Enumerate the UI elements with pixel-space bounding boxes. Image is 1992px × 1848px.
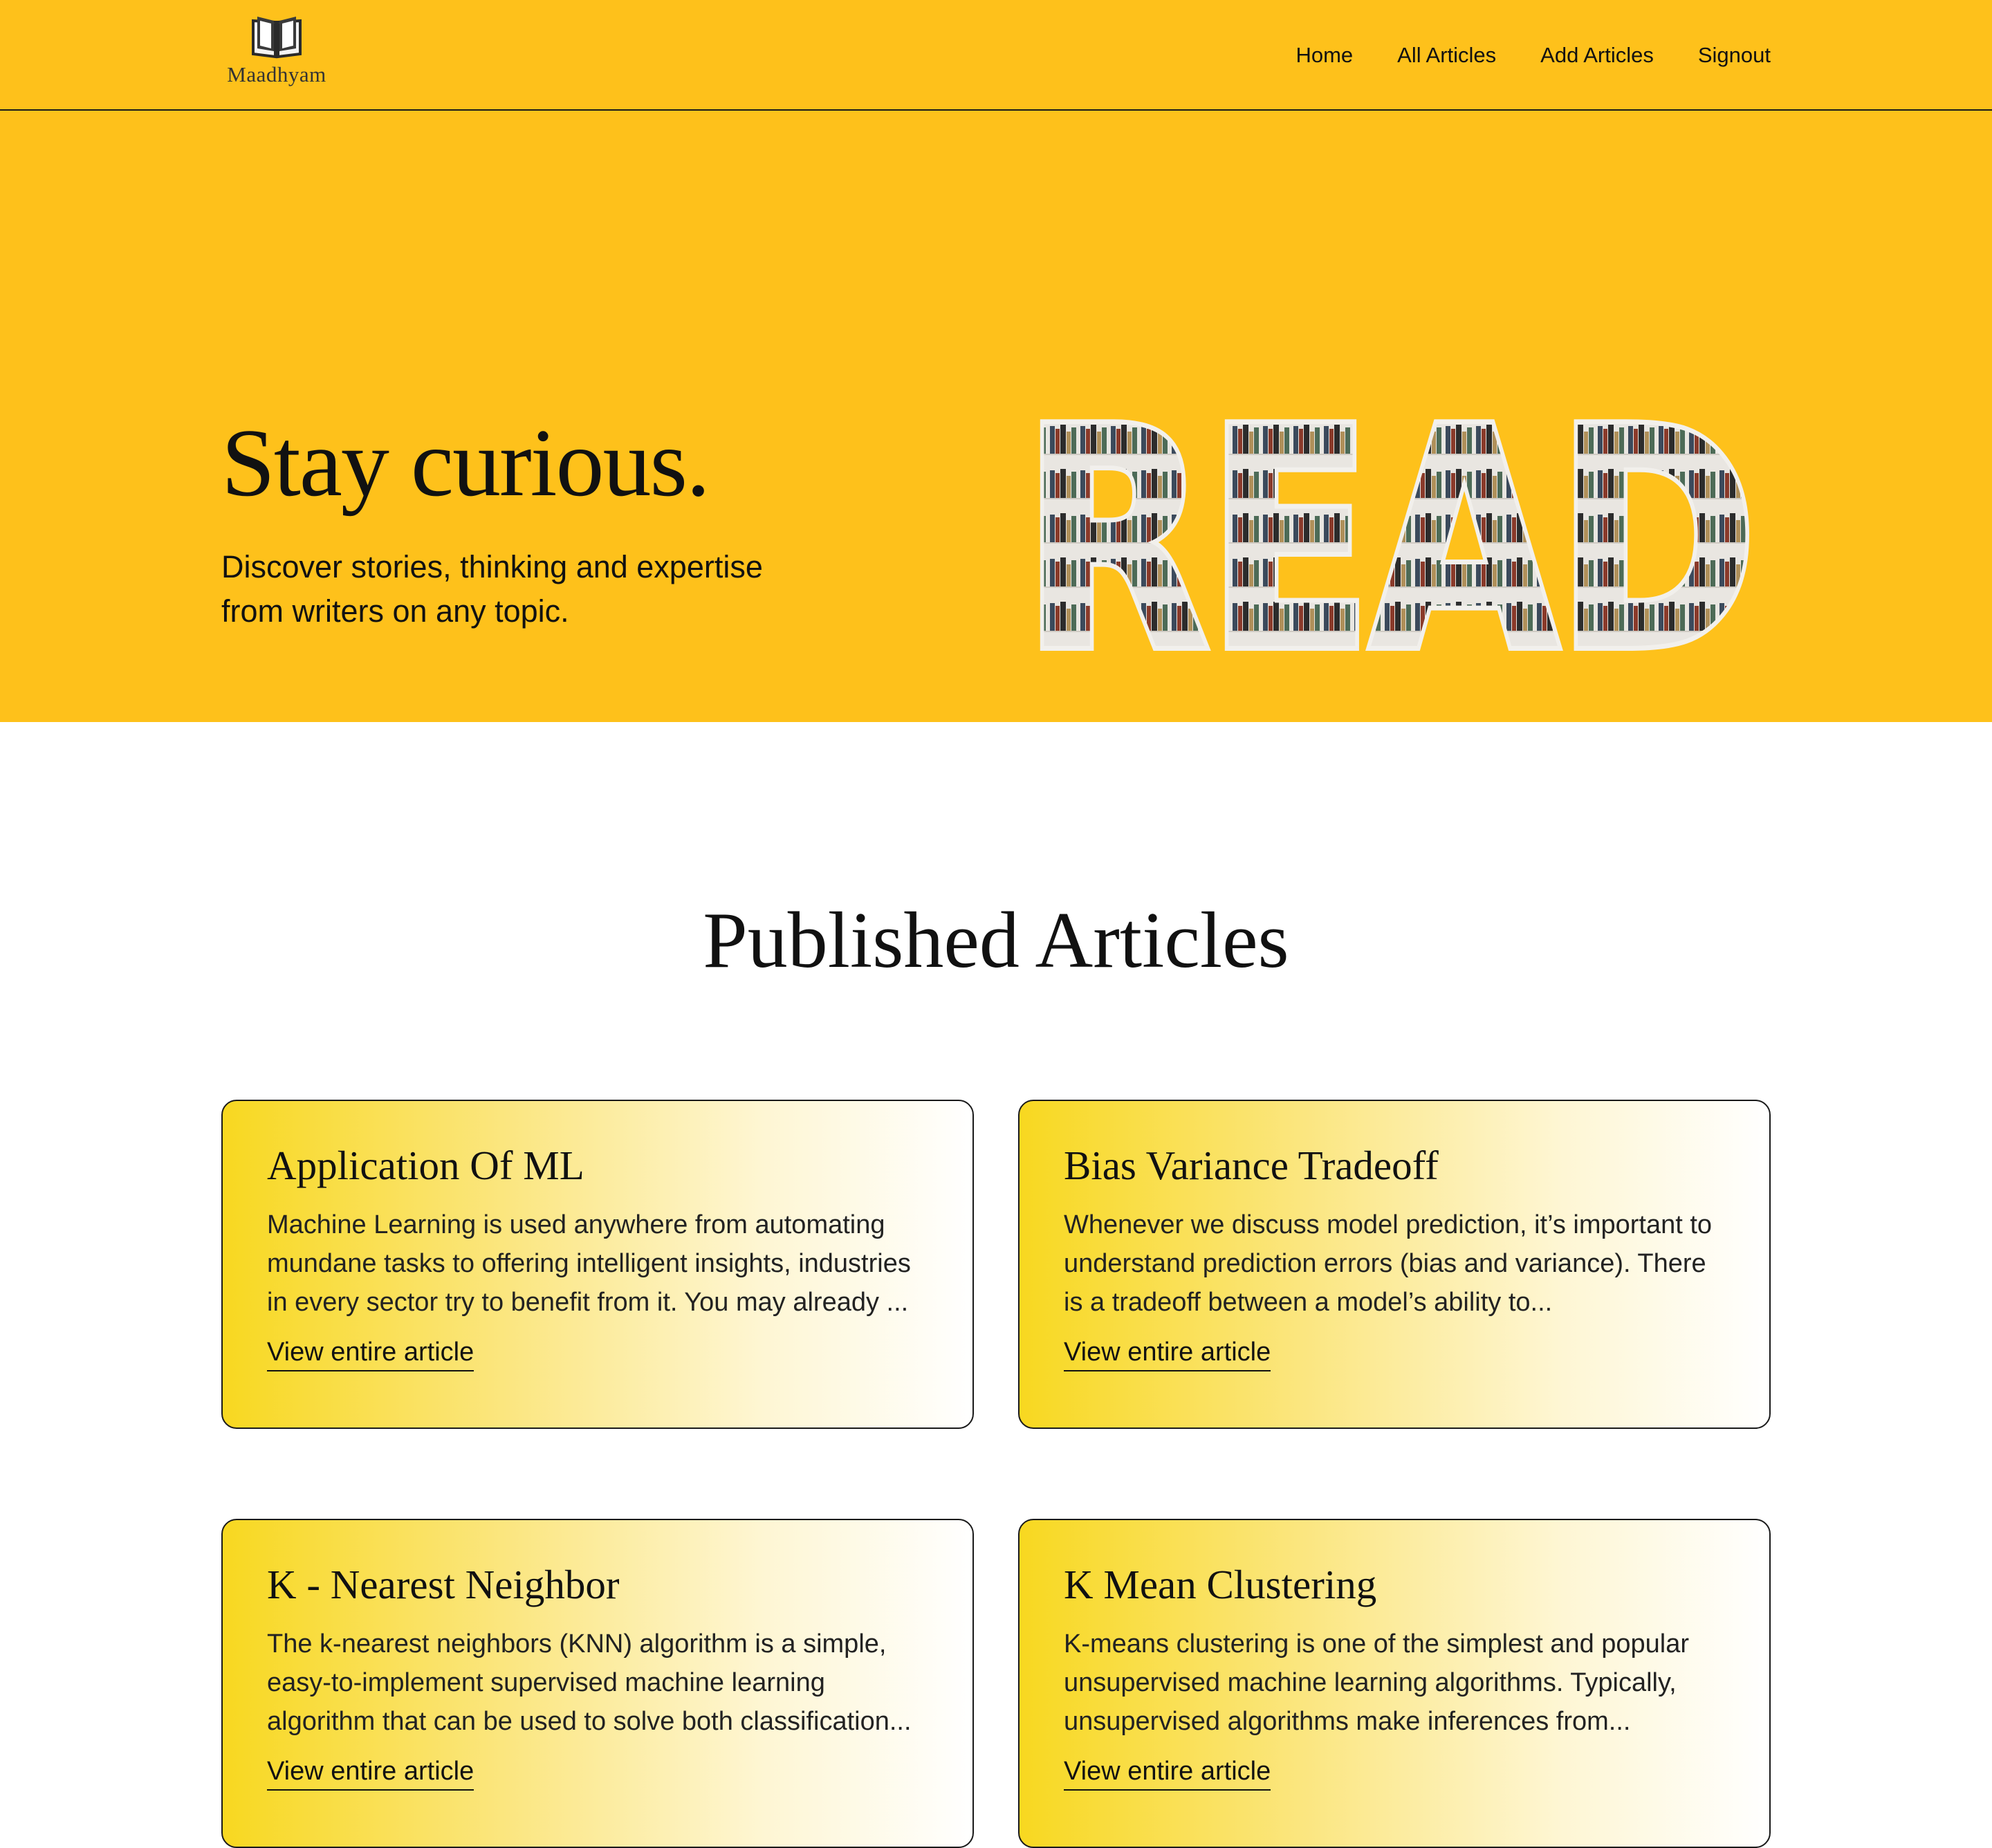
article-title: Application Of ML <box>267 1143 584 1188</box>
top-navbar: Maadhyam Home All Articles Add Articles … <box>0 0 1992 111</box>
hero-section: Stay curious. Discover stories, thinking… <box>0 111 1992 722</box>
article-title: K Mean Clustering <box>1064 1562 1377 1607</box>
section-heading: Published Articles <box>703 896 1289 985</box>
hero-title: Stay curious. <box>221 409 710 517</box>
view-article-link[interactable]: View entire article <box>267 1755 474 1791</box>
nav-signout[interactable]: Signout <box>1698 43 1771 68</box>
article-title: K - Nearest Neighbor <box>267 1562 620 1607</box>
view-article-link[interactable]: View entire article <box>1064 1336 1271 1371</box>
articles-section: Published Articles Application Of ML Mac… <box>0 722 1992 1848</box>
logo[interactable]: Maadhyam <box>221 14 332 87</box>
read-bookshelf-illustration: READ <box>1018 411 1758 664</box>
view-article-link[interactable]: View entire article <box>267 1336 474 1371</box>
article-excerpt: K-means clustering is one of the simples… <box>1064 1629 1690 1736</box>
article-excerpt: Whenever we discuss model prediction, it… <box>1064 1210 1713 1317</box>
open-book-icon <box>252 17 302 59</box>
hero-subtitle: Discover stories, thinking and expertise… <box>221 549 763 629</box>
article-excerpt: The k-nearest neighbors (KNN) algorithm … <box>267 1629 912 1736</box>
view-article-link[interactable]: View entire article <box>1064 1755 1271 1791</box>
article-card: K Mean Clustering K-means clustering is … <box>1018 1519 1771 1848</box>
article-title: Bias Variance Tradeoff <box>1064 1143 1439 1188</box>
article-excerpt: Machine Learning is used anywhere from a… <box>267 1210 911 1317</box>
brand-name: Maadhyam <box>227 62 326 86</box>
nav-menu: Home All Articles Add Articles Signout <box>1295 0 1771 111</box>
article-card: K - Nearest Neighbor The k-nearest neigh… <box>221 1519 974 1848</box>
read-art-text: READ <box>1022 411 1755 664</box>
nav-add-articles[interactable]: Add Articles <box>1540 43 1654 68</box>
nav-home[interactable]: Home <box>1295 43 1353 68</box>
article-card: Application Of ML Machine Learning is us… <box>221 1100 974 1429</box>
nav-all-articles[interactable]: All Articles <box>1397 43 1496 68</box>
article-card: Bias Variance Tradeoff Whenever we discu… <box>1018 1100 1771 1429</box>
